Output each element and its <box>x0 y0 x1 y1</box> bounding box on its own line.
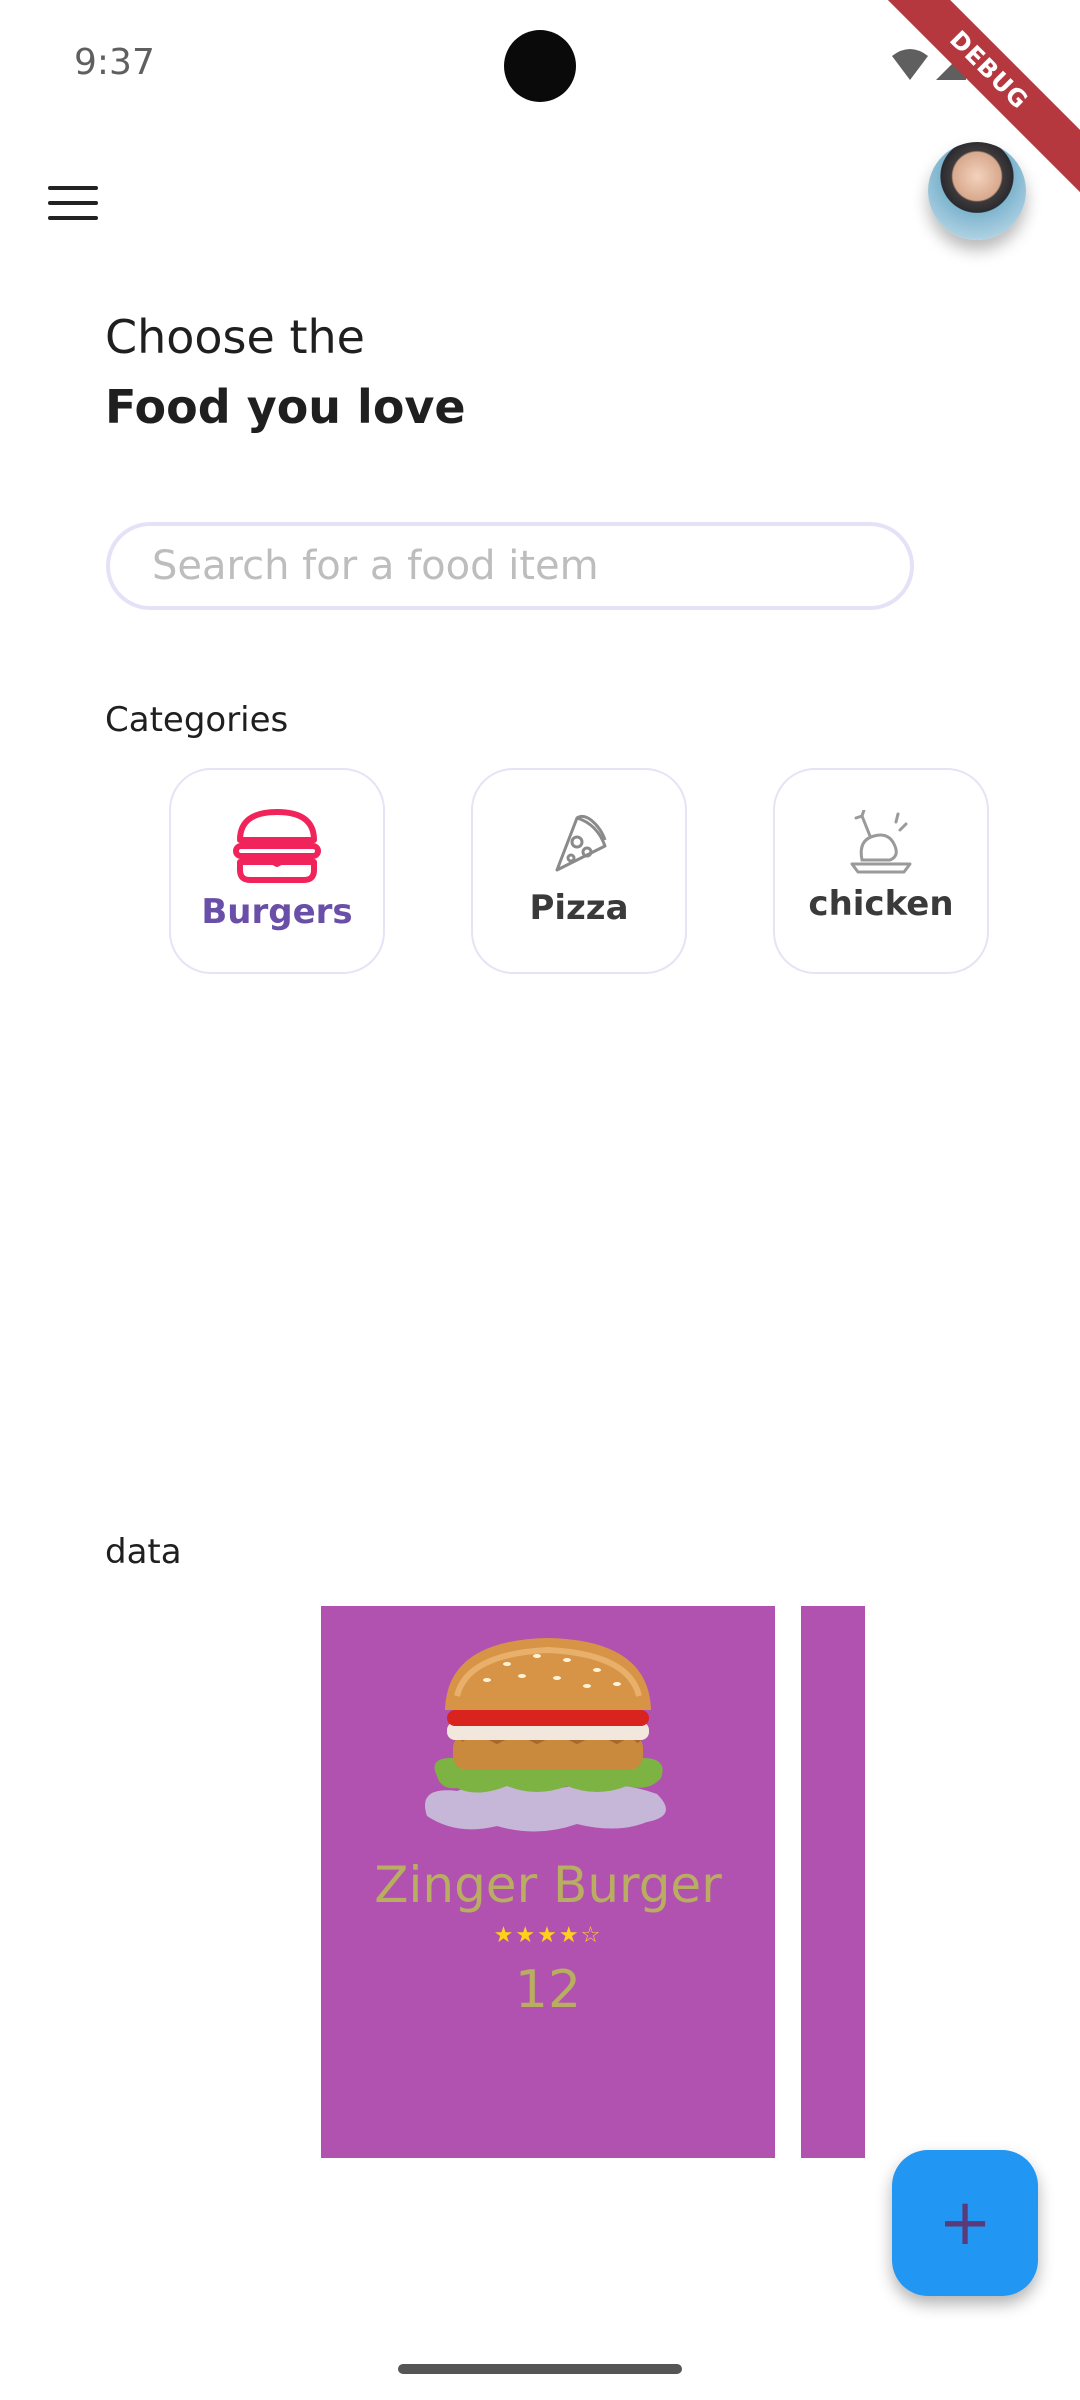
status-time: 9:37 <box>74 42 155 83</box>
category-label-chicken: chicken <box>808 884 954 924</box>
heading-line2: Food you love <box>105 380 466 434</box>
star-icon: ★ <box>515 1922 538 1947</box>
food-card-partial[interactable] <box>801 1606 865 2158</box>
chicken-icon <box>850 810 912 874</box>
add-button[interactable]: + <box>892 2150 1038 2296</box>
avatar[interactable] <box>928 142 1026 240</box>
category-burgers[interactable]: Burgers <box>169 768 385 974</box>
food-card[interactable]: Zinger Burger ★★★★☆ 12 <box>321 1606 775 2158</box>
category-label-pizza: Pizza <box>529 888 629 928</box>
plus-icon: + <box>938 2186 992 2260</box>
category-label-burgers: Burgers <box>201 892 353 932</box>
heading-line1: Choose the <box>105 310 365 364</box>
pizza-icon <box>555 814 607 872</box>
star-icon: ★ <box>537 1922 559 1947</box>
category-chicken[interactable]: chicken <box>773 768 989 974</box>
menu-icon[interactable] <box>48 186 98 222</box>
data-section-title: data <box>105 1532 182 1572</box>
search-input[interactable] <box>150 542 910 590</box>
burger-image <box>425 1638 666 1832</box>
categories-title: Categories <box>105 700 289 740</box>
burger-icon <box>233 809 321 883</box>
food-price: 12 <box>514 1960 582 2020</box>
food-name: Zinger Burger <box>374 1856 722 1914</box>
search-box[interactable] <box>106 522 914 610</box>
star-icon: ★ <box>493 1922 516 1947</box>
star-icon: ★ <box>558 1922 581 1947</box>
camera-cutout <box>504 30 576 102</box>
rating-stars: ★★★★☆ <box>321 1922 775 1948</box>
star-outline-icon: ☆ <box>580 1922 603 1947</box>
home-gesture-bar[interactable] <box>398 2364 682 2374</box>
category-pizza[interactable]: Pizza <box>471 768 687 974</box>
wifi-icon <box>892 49 928 80</box>
